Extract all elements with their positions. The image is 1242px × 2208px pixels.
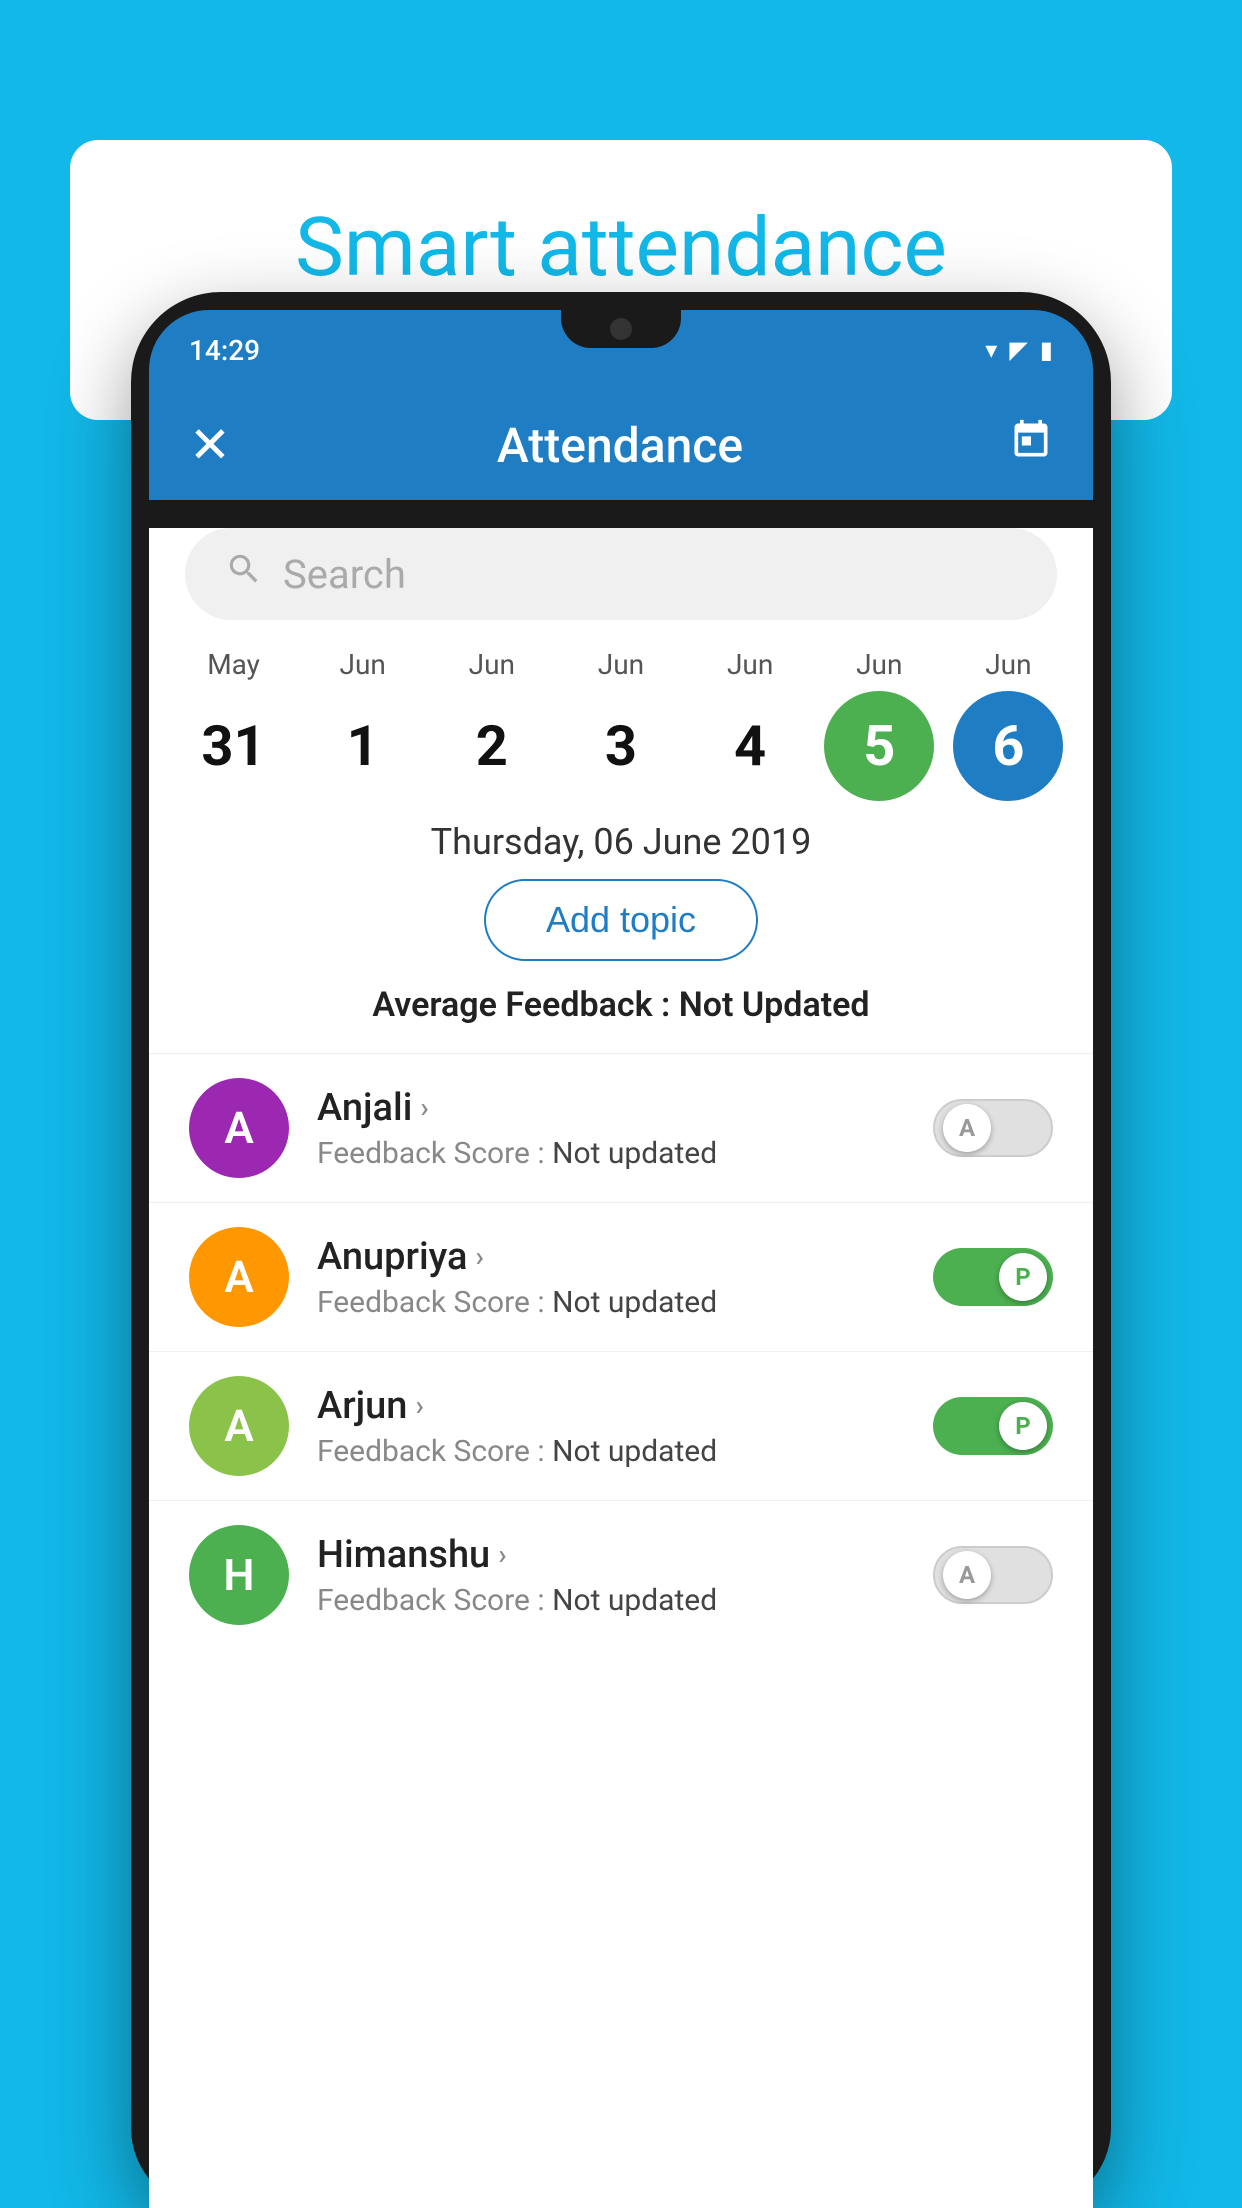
chevron-icon: › [498,1538,506,1571]
calendar-day-jun2[interactable]: Jun 2 [432,648,552,801]
student-name-arjun: Arjun › [317,1384,905,1428]
phone-outer: 14:29 ▾ ◤ ▮ ✕ Attendance [131,292,1111,2208]
student-info-himanshu: Himanshu › Feedback Score : Not updated [317,1533,905,1618]
close-button[interactable]: ✕ [189,416,231,475]
avatar-anupriya: A [189,1227,289,1327]
app-bar: ✕ Attendance [149,390,1093,500]
app-content: Search May 31 Jun 1 Jun 2 Jun 3 [149,528,1093,2208]
avatar-anjali: A [189,1078,289,1178]
phone-mockup: 14:29 ▾ ◤ ▮ ✕ Attendance [131,292,1111,2208]
toggle-arjun[interactable]: P [933,1397,1053,1455]
student-info-anjali: Anjali › Feedback Score : Not updated [317,1086,905,1171]
student-name-anjali: Anjali › [317,1086,905,1130]
feedback-anjali: Feedback Score : Not updated [317,1136,905,1171]
signal-icon: ◤ [1009,336,1027,364]
student-name-himanshu: Himanshu › [317,1533,905,1577]
toggle-knob: A [943,1551,991,1599]
status-time: 14:29 [189,334,260,367]
avatar-arjun: A [189,1376,289,1476]
calendar-day-jun5[interactable]: Jun 5 [819,648,939,801]
search-placeholder: Search [283,551,406,598]
calendar-icon[interactable] [1009,418,1053,473]
toggle-knob: P [999,1402,1047,1450]
calendar-day-jun1[interactable]: Jun 1 [303,648,423,801]
toggle-knob: P [999,1253,1047,1301]
toggle-anjali[interactable]: A [933,1099,1053,1157]
feedback-anupriya: Feedback Score : Not updated [317,1285,905,1320]
feedback-himanshu: Feedback Score : Not updated [317,1583,905,1618]
average-feedback: Average Feedback : Not Updated [149,985,1093,1025]
student-name-anupriya: Anupriya › [317,1235,905,1279]
student-row-anupriya[interactable]: A Anupriya › Feedback Score : Not update… [149,1202,1093,1351]
avatar-himanshu: H [189,1525,289,1625]
avg-feedback-value: Not Updated [679,985,870,1025]
avg-feedback-label: Average Feedback : [372,985,670,1025]
student-row-anjali[interactable]: A Anjali › Feedback Score : Not updated … [149,1053,1093,1202]
status-bar: 14:29 ▾ ◤ ▮ [149,310,1093,390]
search-bar[interactable]: Search [185,528,1057,620]
search-icon [225,550,263,598]
calendar-day-jun6[interactable]: Jun 6 [948,648,1068,801]
toggle-himanshu[interactable]: A [933,1546,1053,1604]
student-info-anupriya: Anupriya › Feedback Score : Not updated [317,1235,905,1320]
toggle-anupriya[interactable]: P [933,1248,1053,1306]
chevron-icon: › [420,1091,428,1124]
toggle-knob: A [943,1104,991,1152]
hero-title: Smart attendance [150,200,1092,296]
toggle-track-on: P [933,1248,1053,1306]
toggle-track-off: A [933,1546,1053,1604]
toggle-track-on: P [933,1397,1053,1455]
student-list: A Anjali › Feedback Score : Not updated … [149,1053,1093,1649]
student-info-arjun: Arjun › Feedback Score : Not updated [317,1384,905,1469]
feedback-arjun: Feedback Score : Not updated [317,1434,905,1469]
status-icons: ▾ ◤ ▮ [985,336,1053,364]
student-row-himanshu[interactable]: H Himanshu › Feedback Score : Not update… [149,1500,1093,1649]
phone-notch [561,310,681,348]
chevron-icon: › [415,1389,423,1422]
calendar-day-may31[interactable]: May 31 [174,648,294,801]
camera-dot [610,318,632,340]
toggle-track-off: A [933,1099,1053,1157]
chevron-icon: › [475,1240,483,1273]
student-row-arjun[interactable]: A Arjun › Feedback Score : Not updated P [149,1351,1093,1500]
add-topic-button[interactable]: Add topic [484,879,758,961]
calendar-day-jun3[interactable]: Jun 3 [561,648,681,801]
battery-icon: ▮ [1040,336,1053,364]
wifi-icon: ▾ [985,336,997,364]
app-title: Attendance [497,417,743,474]
calendar-strip: May 31 Jun 1 Jun 2 Jun 3 Jun 4 [149,648,1093,801]
calendar-day-jun4[interactable]: Jun 4 [690,648,810,801]
selected-date: Thursday, 06 June 2019 [149,821,1093,863]
